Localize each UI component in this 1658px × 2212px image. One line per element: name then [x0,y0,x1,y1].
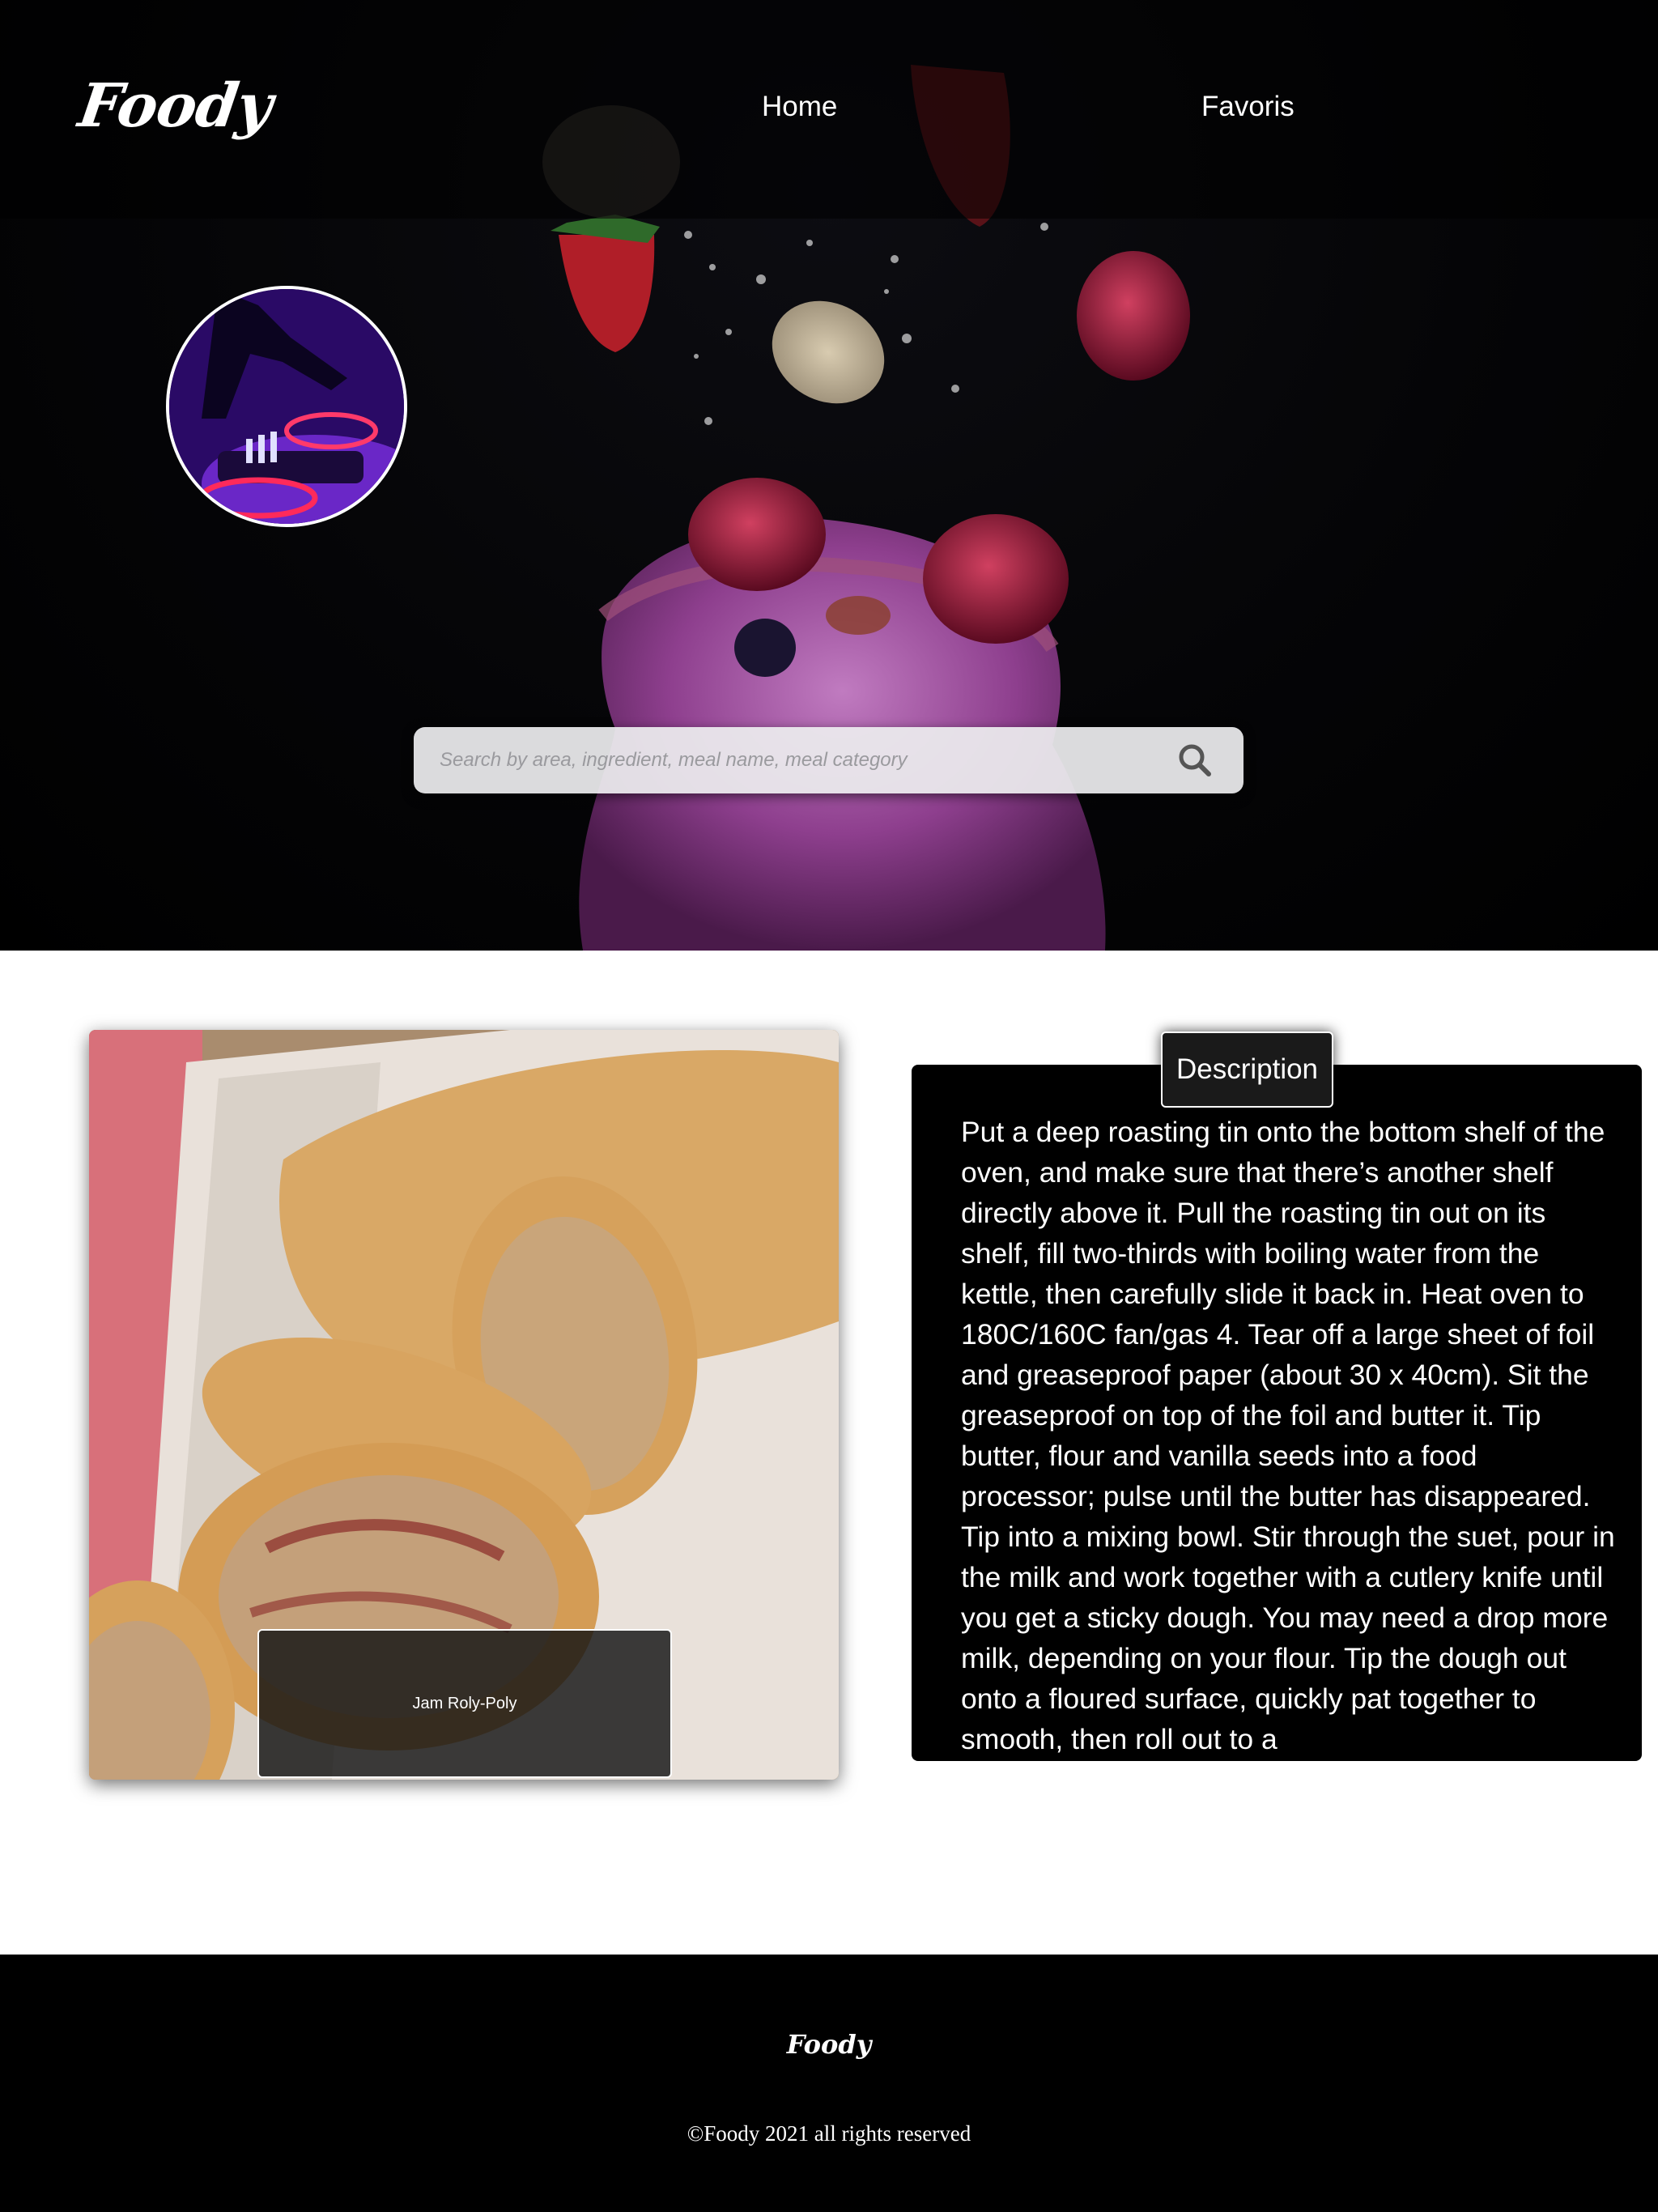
search-input[interactable] [438,742,1150,779]
avatar-image [169,289,404,524]
meal-instructions: Put a deep roasting tin onto the bottom … [961,1116,1615,1755]
search-bar [414,727,1244,793]
description-tab[interactable]: Description [1161,1032,1333,1108]
footer-logo[interactable]: Foody [0,2029,1658,2060]
meal-card[interactable]: Jam Roly-Poly [89,1030,839,1780]
page-footer: Foody ©Foody 2021 all rights reserved [0,1955,1658,2212]
meal-name-caption: Jam Roly-Poly [257,1629,672,1778]
hero-banner: Foody Home Favoris [0,0,1658,951]
nav-link-home[interactable]: Home [762,91,837,123]
description-panel: Put a deep roasting tin onto the bottom … [912,1065,1642,1761]
brand-logo[interactable]: Foody [74,71,276,141]
nav-link-favorites[interactable]: Favoris [1201,91,1295,123]
footer-copyright: ©Foody 2021 all rights reserved [687,2121,971,2146]
user-avatar[interactable] [166,286,407,527]
search-icon[interactable] [1176,742,1214,779]
top-navigation-bar: Foody Home Favoris [0,0,1658,219]
